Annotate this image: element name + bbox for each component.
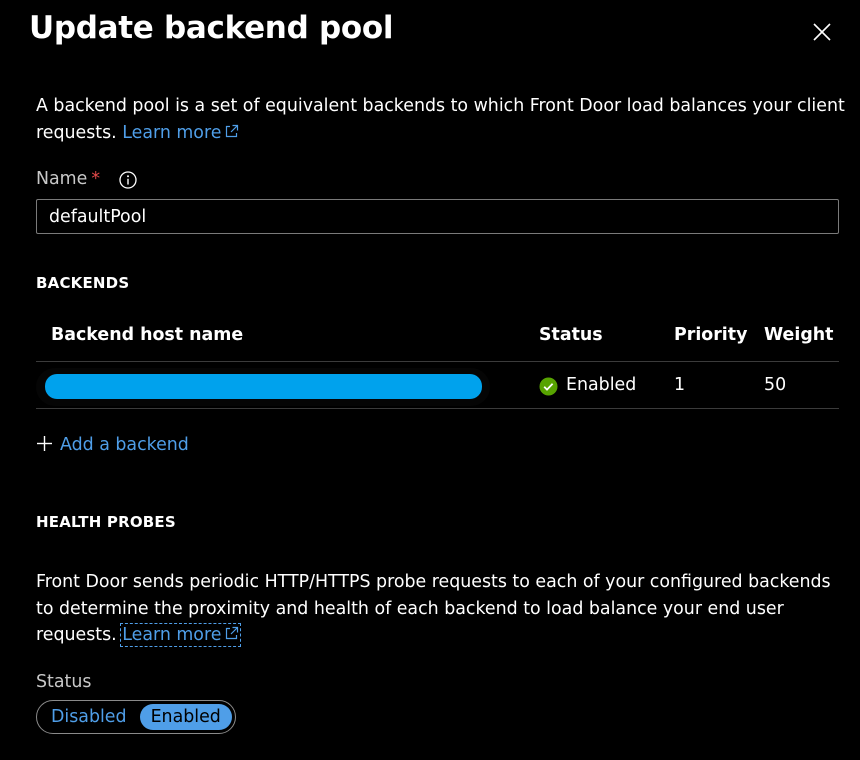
page-title: Update backend pool: [29, 10, 394, 46]
name-input[interactable]: [36, 199, 839, 234]
required-mark: *: [91, 169, 101, 189]
column-header-priority: Priority: [674, 325, 748, 345]
panel-description: A backend pool is a set of equivalent ba…: [36, 93, 846, 146]
name-label: Name *: [36, 169, 101, 189]
column-header-weight: Weight: [764, 325, 834, 345]
check-circle-icon: [539, 377, 558, 396]
add-backend-button[interactable]: Add a backend: [36, 435, 189, 455]
toggle-option-enabled[interactable]: Enabled: [139, 704, 232, 730]
add-backend-label: Add a backend: [60, 435, 189, 455]
backend-host-name-redacted[interactable]: [36, 368, 490, 406]
column-header-host: Backend host name: [51, 325, 244, 345]
column-header-status: Status: [539, 325, 603, 345]
probe-status-toggle[interactable]: Disabled Enabled: [36, 700, 236, 734]
redaction-bar: [45, 374, 482, 399]
table-header-divider: [36, 361, 839, 362]
probe-status-label: Status: [36, 672, 92, 692]
toggle-option-disabled[interactable]: Disabled: [40, 704, 138, 730]
info-icon[interactable]: [118, 170, 138, 190]
backends-section-title: BACKENDS: [36, 274, 130, 292]
backend-priority: 1: [674, 375, 686, 395]
external-link-icon: [226, 124, 239, 137]
close-icon[interactable]: [808, 18, 836, 46]
health-probes-section-title: HEALTH PROBES: [36, 513, 176, 531]
health-probes-learn-more-link[interactable]: Learn more: [120, 623, 242, 647]
plus-icon: [37, 436, 52, 451]
backend-weight: 50: [764, 375, 787, 395]
external-link-icon: [226, 626, 239, 640]
table-row-divider: [36, 408, 839, 409]
learn-more-link[interactable]: Learn more: [122, 123, 239, 143]
backend-status: Enabled: [566, 375, 637, 395]
health-probes-description: Front Door sends periodic HTTP/HTTPS pro…: [36, 569, 848, 649]
